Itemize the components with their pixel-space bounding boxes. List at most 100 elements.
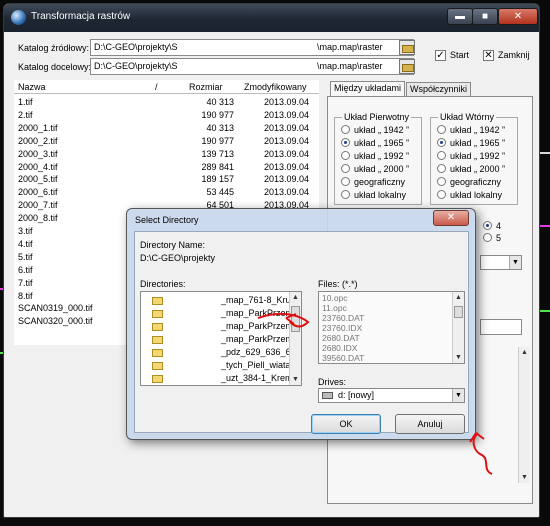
directories-list[interactable]: _map_761-8_Krucz _map_ParkPrzem _map_ParkP…	[140, 291, 302, 386]
scroll-down-icon[interactable]: ▼	[290, 374, 301, 385]
file-name: 2000_2.tif	[18, 135, 58, 146]
source-browse-folder-icon[interactable]	[399, 40, 415, 55]
directory-item[interactable]: _tych_Piell_wiata	[141, 359, 291, 372]
close-button[interactable]: ✕	[498, 8, 538, 25]
secondary-system-radio-label: układ „ 2000 ”	[450, 164, 506, 174]
primary-system-group: Układ Pierwotny układ „ 1942 ” układ „ 19…	[334, 112, 422, 205]
file-name: 4.tif	[18, 238, 33, 249]
directory-item[interactable]: _map_761-8_Krucz	[141, 294, 300, 307]
file-name: 1.tif	[18, 97, 33, 107]
file-size: 53 445	[206, 187, 234, 198]
directory-item[interactable]: _pdz_629_636_637	[141, 346, 301, 359]
file-date: 2013.09.04	[263, 135, 309, 146]
zone-radio-5[interactable]: 5	[483, 233, 501, 243]
tab-between-systems[interactable]: Między układami	[330, 81, 406, 97]
dialog-body: Directory Name: D:\C-GEO\projekty Direct…	[134, 231, 469, 434]
target-dir-field[interactable]: D:\C-GEO\projekty\S \map.map\raster	[90, 58, 414, 75]
primary-system-radio[interactable]: układ lokalny	[341, 190, 406, 200]
ok-button[interactable]: OK	[311, 414, 381, 434]
close-checkbox[interactable]: ✕	[483, 50, 494, 61]
file-name: 7.tif	[18, 277, 33, 288]
secondary-system-radio[interactable]: układ „ 1942 ”	[437, 125, 505, 135]
secondary-system-radio-label: geograficzny	[450, 177, 502, 187]
file-name: 2000_7.tif	[18, 200, 58, 211]
dialog-close-button[interactable]: ✕	[433, 210, 469, 226]
file-row[interactable]: 2.tif 190 977 2013.09.04	[14, 109, 319, 122]
zone-radio-4[interactable]: 4	[483, 221, 501, 231]
file-row[interactable]: 2000_2.tif 190 977 2013.09.04	[14, 135, 319, 148]
target-browse-folder-icon[interactable]	[399, 59, 415, 74]
secondary-system-radio[interactable]: układ „ 2000 ”	[437, 164, 505, 174]
minimize-button[interactable]: ▬	[447, 8, 473, 25]
column-name[interactable]: Nazwa	[18, 82, 46, 92]
zone-combo[interactable]: ▼	[480, 255, 522, 270]
drives-select[interactable]: d: [nowy] ▼	[318, 388, 465, 403]
secondary-system-radio[interactable]: geograficzny	[437, 177, 501, 187]
file-row[interactable]: 2000_4.tif 289 841 2013.09.04	[14, 161, 319, 174]
directory-item[interactable]: _map_ParkPrzem	[141, 307, 293, 320]
directories-scrollbar[interactable]: ▲ ▼	[289, 292, 301, 385]
scroll-up-icon[interactable]: ▲	[453, 292, 464, 303]
file-row[interactable]: 1.tif 40 313 2013.09.04	[14, 96, 319, 109]
target-dir-label: Katalog docelowy:	[18, 62, 92, 72]
file-size: 190 977	[201, 135, 234, 146]
file-name: SCAN0319_000.tif	[18, 303, 93, 314]
secondary-system-title: Układ Wtórny	[438, 112, 497, 122]
scroll-thumb[interactable]	[454, 306, 463, 318]
background-streak	[540, 225, 550, 227]
secondary-system-radio[interactable]: układ „ 1992 ”	[437, 151, 505, 161]
file-row[interactable]: 2000_3.tif 139 713 2013.09.04	[14, 148, 319, 161]
drives-label: Drives:	[318, 377, 347, 387]
scroll-down-icon[interactable]: ▼	[519, 472, 530, 483]
app-globe-icon	[11, 10, 26, 25]
file-size: 289 841	[201, 161, 234, 172]
file-row[interactable]: 2000_1.tif 40 313 2013.09.04	[14, 122, 319, 135]
title-bar[interactable]: Transformacja rastrów ▬ ■ ✕	[4, 4, 539, 32]
directory-item[interactable]: _map_ParkPrzem_	[141, 320, 298, 333]
primary-system-radio[interactable]: geograficzny	[341, 177, 405, 187]
scroll-up-icon[interactable]: ▲	[290, 292, 301, 303]
files-list[interactable]: 10.opc 11.opc 23760.DAT 23760.IDX 2680.DAT 26…	[318, 291, 465, 364]
directory-name: _map_761-8_Krucz	[221, 295, 300, 305]
primary-system-radio[interactable]: układ „ 1992 ”	[341, 151, 409, 161]
secondary-system-radio[interactable]: układ „ 1965 ”	[437, 138, 505, 148]
file-date: 2013.09.04	[263, 174, 309, 185]
file-name: 3.tif	[18, 226, 33, 236]
column-modified[interactable]: Zmodyfikowany	[244, 82, 307, 92]
zone-radio-4-label: 4	[496, 221, 502, 231]
secondary-system-radio[interactable]: układ lokalny	[437, 190, 502, 200]
file-name: 8.tif	[18, 290, 33, 301]
secondary-system-group: Układ Wtórny układ „ 1942 ” układ „ 1965 …	[430, 112, 518, 205]
tab-coefficients[interactable]: Współczynniki	[406, 82, 472, 97]
target-dir-value-right: \map.map\raster	[317, 61, 383, 71]
file-row[interactable]: 2000_5.tif 189 157 2013.09.04	[14, 173, 319, 186]
primary-system-radio[interactable]: układ „ 1942 ”	[341, 125, 409, 135]
sort-indicator: /	[155, 82, 158, 92]
file-entry[interactable]: 39560.DAT	[322, 353, 364, 363]
primary-system-title: Układ Pierwotny	[342, 112, 412, 122]
primary-system-radio-label: układ lokalny	[354, 190, 407, 200]
file-date: 2013.09.04	[263, 187, 309, 198]
scroll-thumb[interactable]	[291, 306, 300, 332]
scroll-up-icon[interactable]: ▲	[519, 347, 530, 358]
primary-system-radio[interactable]: układ „ 2000 ”	[341, 164, 409, 174]
panel-scrollbar[interactable]: ▲ ▼	[518, 347, 530, 483]
scroll-down-icon[interactable]: ▼	[453, 352, 464, 363]
file-name: 2000_6.tif	[18, 187, 58, 198]
directory-item[interactable]: _uzt_384-1_Kremse	[141, 372, 301, 385]
folder-icon	[152, 336, 163, 344]
maximize-button[interactable]: ■	[472, 8, 498, 25]
panel-input[interactable]	[480, 319, 522, 335]
start-checkbox[interactable]: ✓	[435, 50, 446, 61]
directory-item[interactable]: _map_ParkPrzem_p	[141, 333, 301, 346]
files-scrollbar[interactable]: ▲ ▼	[452, 292, 464, 363]
source-dir-field[interactable]: D:\C-GEO\projekty\S \map.map\raster	[90, 39, 414, 56]
primary-system-radio[interactable]: układ „ 1965 ”	[341, 138, 409, 148]
zone-radio-4-indicator	[483, 221, 492, 230]
column-size[interactable]: Rozmiar	[189, 82, 223, 92]
file-row[interactable]: 2000_6.tif 53 445 2013.09.04	[14, 186, 319, 199]
file-name: 2000_3.tif	[18, 148, 58, 159]
cancel-button[interactable]: Anuluj	[395, 414, 465, 434]
directory-name: _map_ParkPrzem	[221, 308, 294, 318]
file-date: 2013.09.04	[263, 148, 309, 159]
